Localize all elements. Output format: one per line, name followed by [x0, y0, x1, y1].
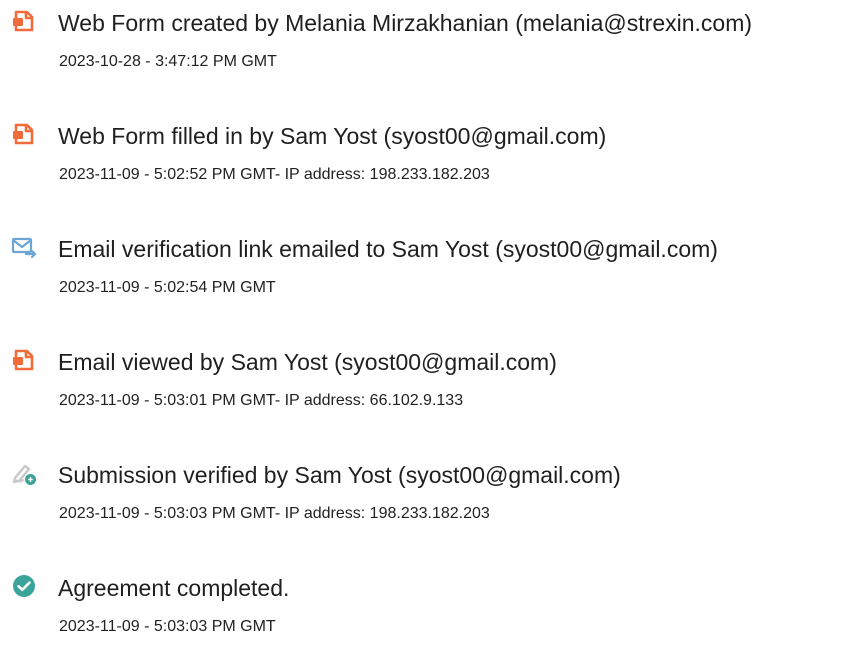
event-title: Email viewed by Sam Yost (syost00@gmail.…	[58, 349, 557, 375]
document-icon	[11, 8, 37, 34]
event-timestamp: 2023-11-09 - 5:02:52 PM GMT- IP address:…	[59, 166, 490, 183]
event-timestamp: 2023-11-09 - 5:03:01 PM GMT- IP address:…	[59, 392, 464, 409]
event-title: Web Form created by Melania Mirzakhanian…	[58, 10, 753, 36]
event-timestamp: 2023-11-09 - 5:02:54 PM GMT	[59, 279, 276, 296]
history-event-submission-verified: Submission verified by Sam Yost (syost00…	[0, 452, 862, 542]
audit-history-timeline: Web Form created by Melania Mirzakhanian…	[0, 0, 862, 649]
event-timestamp: 2023-11-09 - 5:03:03 PM GMT	[59, 618, 276, 635]
event-timestamp: 2023-10-28 - 3:47:12 PM GMT	[59, 53, 277, 70]
document-icon	[11, 121, 37, 147]
event-title: Web Form filled in by Sam Yost (syost00@…	[58, 123, 607, 149]
event-title: Email verification link emailed to Sam Y…	[58, 236, 718, 262]
history-event-email-verification: Email verification link emailed to Sam Y…	[0, 226, 862, 316]
history-event-filled: Web Form filled in by Sam Yost (syost00@…	[0, 113, 862, 203]
signature-pen-icon	[11, 460, 37, 486]
check-circle-icon	[11, 573, 37, 599]
history-event-created: Web Form created by Melania Mirzakhanian…	[0, 0, 862, 90]
event-timestamp: 2023-11-09 - 5:03:03 PM GMT- IP address:…	[59, 505, 490, 522]
document-icon	[11, 347, 37, 373]
event-title: Agreement completed.	[58, 575, 290, 601]
event-title: Submission verified by Sam Yost (syost00…	[58, 462, 621, 488]
history-event-email-viewed: Email viewed by Sam Yost (syost00@gmail.…	[0, 339, 862, 429]
email-forward-icon	[11, 234, 37, 260]
history-event-completed: Agreement completed. 2023-11-09 - 5:03:0…	[0, 565, 862, 655]
